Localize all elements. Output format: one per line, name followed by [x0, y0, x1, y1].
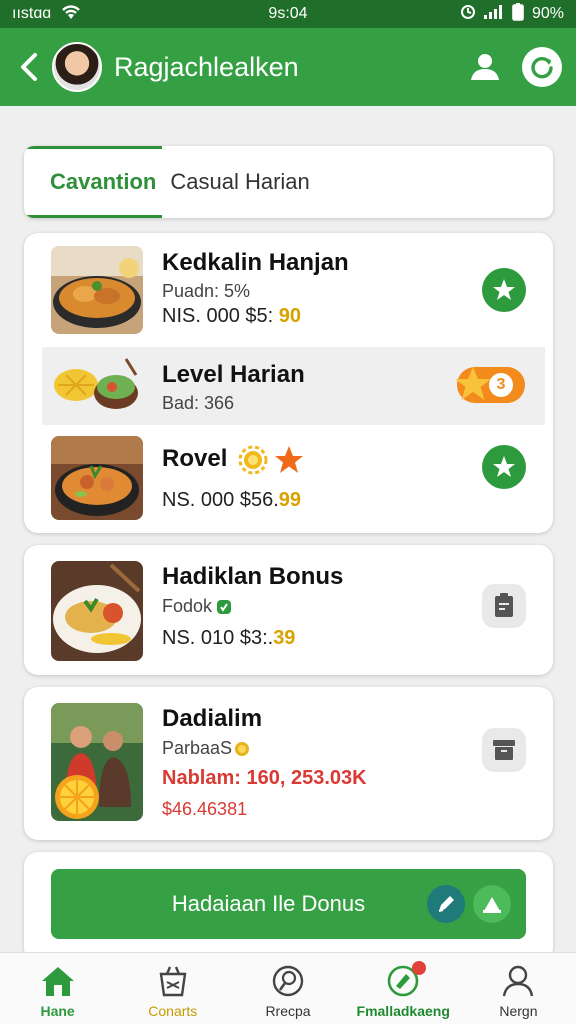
level-badge[interactable]: 3 — [455, 367, 525, 403]
item-subtitle: Bad: 366 — [162, 393, 235, 413]
search-icon — [270, 963, 306, 999]
price-text: NS. 010 $3:. — [162, 627, 274, 649]
nav-orders[interactable]: Conarts — [115, 953, 230, 1024]
battery-icon — [512, 2, 524, 26]
bottom-navigation: Hane Conarts Rrecpa Fmalladkaeng Nergn — [0, 952, 576, 1024]
items-card-bonus[interactable]: Hadiklan Bonus Fodok NS. 010 $3:.39 — [24, 545, 553, 675]
person-arrow-icon — [483, 897, 501, 913]
food-image — [51, 436, 143, 520]
item-money: $46.46381 — [162, 799, 248, 819]
item-title: Level Harian — [162, 361, 305, 388]
item-title: Dadialim — [162, 705, 263, 732]
item-subtitle-row: ParbaaS — [162, 738, 250, 759]
claim-bonus-button[interactable]: Hadaiaan Ile Donus — [51, 869, 526, 939]
edit-mini-button[interactable] — [427, 885, 465, 923]
nav-home[interactable]: Hane — [0, 953, 115, 1024]
item-title: Kedkalin Hanjan — [162, 249, 349, 276]
item-price: NS. 000 $56.99 — [162, 489, 301, 512]
favorite-button[interactable] — [482, 445, 526, 489]
nav-search[interactable]: Rrecpa — [230, 953, 345, 1024]
user-icon — [500, 963, 536, 999]
claim-bonus-label: Hadaiaan Ile Donus — [171, 891, 366, 916]
alarm-icon — [460, 4, 476, 25]
nav-home-label: Hane — [40, 1003, 75, 1019]
nav-search-label: Rrecpa — [265, 1003, 311, 1019]
items-card-stats[interactable]: Dadialim ParbaaS Nablam: 160, 253.03K $4… — [24, 687, 553, 840]
header-actions — [468, 47, 562, 87]
chevron-left-icon — [21, 53, 37, 81]
app-header: Ragjachlealken — [0, 28, 576, 106]
refresh-button[interactable] — [522, 47, 562, 87]
home-icon — [40, 963, 76, 999]
badge-count: 3 — [489, 373, 513, 397]
avatar[interactable] — [52, 42, 102, 92]
status-left: ııstɑɑ — [12, 4, 81, 25]
price-accent: 39 — [273, 627, 296, 649]
share-mini-button[interactable] — [473, 885, 511, 923]
pencil-icon — [438, 896, 454, 912]
status-bar: ııstɑɑ 9s:04 90% — [0, 0, 576, 28]
status-right: 90% — [460, 2, 564, 26]
item-subtitle: ParbaaS — [162, 738, 233, 758]
bonus-action-card: Hadaiaan Ile Donus — [24, 852, 553, 962]
item-price: NS. 010 $3:.39 — [162, 627, 295, 650]
profile-button[interactable] — [468, 50, 502, 84]
item-subtitle: Fodok — [162, 596, 213, 616]
star-badge-icon — [455, 367, 491, 400]
tab-cavantion[interactable]: Cavantion — [24, 146, 163, 218]
food-image — [52, 355, 140, 419]
nav-favorites[interactable]: Fmalladkaeng — [346, 953, 461, 1024]
nav-profile[interactable]: Nergn — [461, 953, 576, 1024]
archive-button[interactable] — [482, 728, 526, 772]
wifi-icon — [61, 4, 81, 25]
price-text: NIS. 000 $5: — [162, 305, 274, 327]
price-accent: 90 — [278, 305, 301, 327]
item-price: NIS. 000 $5: 90 — [162, 305, 301, 328]
category-tabs: Cavantion Casual Harian — [24, 146, 553, 218]
tab-casual-harian[interactable]: Casual Harian — [170, 169, 309, 195]
nav-orders-label: Conarts — [148, 1003, 198, 1019]
basket-icon — [155, 963, 191, 999]
star-icon — [493, 456, 515, 477]
page-title: Ragjachlealken — [114, 51, 299, 82]
signal-icon — [483, 4, 504, 24]
back-button[interactable] — [14, 47, 44, 87]
items-card-main: Kedkalin Hanjan Puadn: 5% NIS. 000 $5: 9… — [24, 233, 553, 533]
nav-profile-label: Nergn — [499, 1003, 538, 1019]
refresh-icon — [531, 57, 553, 79]
clipboard-icon — [495, 593, 513, 617]
item-title: Hadiklan Bonus — [162, 563, 344, 590]
favorite-button[interactable] — [482, 268, 526, 312]
food-image — [51, 561, 143, 661]
people-image — [51, 703, 143, 821]
food-image — [51, 246, 143, 334]
battery-percent: 90% — [531, 5, 564, 22]
archive-icon — [493, 740, 515, 760]
sun-badge-icon — [238, 445, 268, 475]
item-subtitle: Puadn: 5% — [162, 281, 251, 301]
price-accent: 99 — [278, 489, 301, 511]
carrier-label: ııstɑɑ — [12, 5, 52, 22]
item-title: Rovel — [162, 445, 228, 472]
coin-icon — [235, 741, 250, 756]
details-button[interactable] — [482, 584, 526, 628]
user-icon — [471, 54, 499, 80]
item-emblems — [238, 445, 304, 475]
star-icon — [493, 279, 515, 300]
notification-dot — [411, 961, 426, 975]
list-item-highlight[interactable]: Level Harian Bad: 366 3 — [42, 347, 545, 425]
item-subtitle-row: Fodok — [162, 596, 232, 617]
item-stat: Nablam: 160, 253.03K — [162, 767, 367, 789]
nav-favorites-label: Fmalladkaeng — [356, 1003, 450, 1019]
price-text: NS. 000 $56. — [162, 489, 279, 511]
leaf-icon — [217, 599, 232, 614]
star-icon — [275, 446, 303, 473]
